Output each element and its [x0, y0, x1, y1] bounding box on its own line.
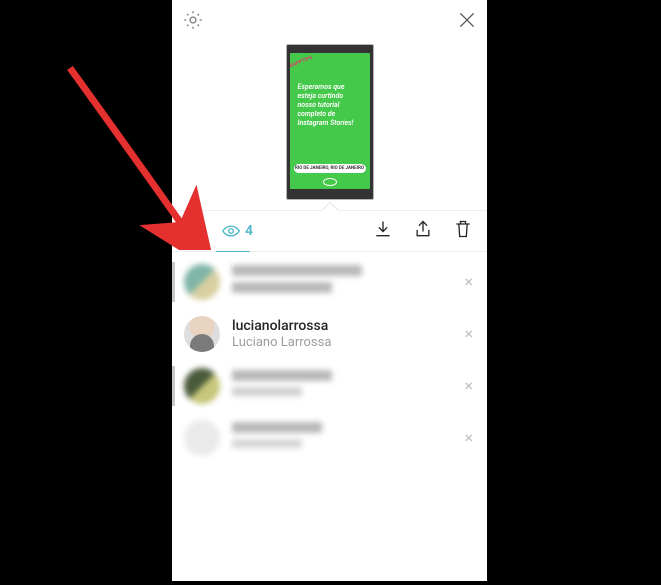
view-count: 4 [245, 223, 253, 239]
toolbar: 4 [172, 210, 487, 252]
top-bar [172, 0, 487, 40]
avatar [184, 264, 220, 300]
viewer-username [232, 370, 332, 381]
insights-icon[interactable] [186, 219, 206, 243]
story-thumbnail[interactable]: BAPPTIPS Esperamos que esteja curtindo n… [286, 44, 374, 200]
download-icon[interactable] [373, 219, 393, 243]
list-item[interactable]: × [172, 360, 487, 412]
story-viewers-panel: BAPPTIPS Esperamos que esteja curtindo n… [172, 0, 487, 581]
viewer-display-name [232, 282, 332, 293]
hide-viewer-icon[interactable]: × [464, 326, 473, 342]
preview-pointer [322, 203, 338, 211]
close-icon[interactable] [457, 10, 477, 30]
viewer-display-name [232, 439, 302, 448]
share-icon[interactable] [413, 219, 433, 243]
viewer-display-name: Luciano Larrossa [232, 335, 331, 351]
list-item[interactable]: lucianolarrossa Luciano Larrossa × [172, 308, 487, 360]
viewer-username [232, 265, 362, 276]
story-text: Esperamos que esteja curtindo nosso tuto… [298, 83, 362, 128]
viewer-username: lucianolarrossa [232, 318, 331, 335]
story-eye-icon [323, 178, 337, 186]
avatar [184, 368, 220, 404]
viewer-display-name [232, 387, 302, 396]
avatar [184, 420, 220, 456]
hide-viewer-icon[interactable]: × [464, 378, 473, 394]
viewer-username [232, 422, 322, 433]
avatar [184, 316, 220, 352]
story-location-pill: RIO DE JANEIRO, RIO DE JANEIRO [294, 164, 366, 173]
delete-icon[interactable] [453, 219, 473, 243]
viewers-list: × lucianolarrossa Luciano Larrossa × × [172, 252, 487, 464]
story-banner: BAPPTIPS [290, 53, 325, 74]
eye-icon [222, 225, 240, 237]
list-item[interactable]: × [172, 412, 487, 464]
list-item[interactable]: × [172, 256, 487, 308]
hide-viewer-icon[interactable]: × [464, 430, 473, 446]
views-tab[interactable]: 4 [222, 223, 253, 239]
hide-viewer-icon[interactable]: × [464, 274, 473, 290]
active-tab-underline [216, 251, 250, 252]
story-preview: BAPPTIPS Esperamos que esteja curtindo n… [172, 40, 487, 210]
settings-icon[interactable] [182, 9, 204, 31]
